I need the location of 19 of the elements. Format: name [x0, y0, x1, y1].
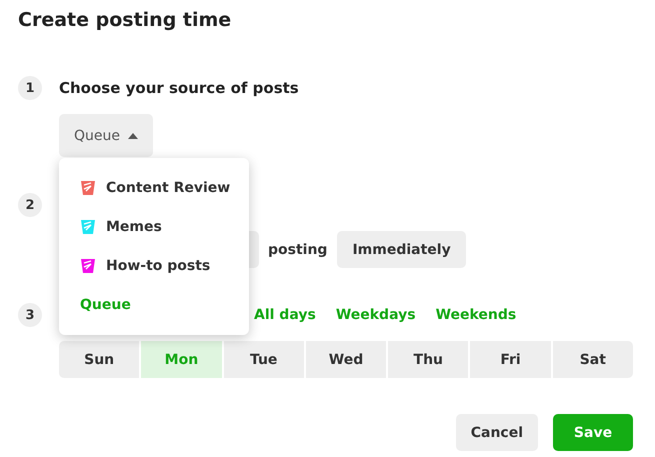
menu-item[interactable]: Memes: [59, 207, 249, 246]
step-label: Choose your source of posts: [59, 79, 299, 97]
day-toggle[interactable]: Fri: [470, 341, 551, 378]
step-number: 1: [18, 76, 42, 100]
source-dropdown[interactable]: Queue: [59, 114, 153, 157]
step-number: 2: [18, 193, 42, 217]
menu-item[interactable]: How-to posts: [59, 246, 249, 285]
day-toggle[interactable]: Sun: [59, 341, 140, 378]
dialog-title: Create posting time: [18, 8, 232, 33]
posting-label: posting: [268, 242, 328, 258]
day-toggle[interactable]: Sat: [552, 341, 633, 378]
caret-icon: [128, 132, 138, 138]
day-toggle[interactable]: Wed: [306, 341, 386, 378]
day-toggle[interactable]: Tue: [224, 341, 304, 378]
menu-item[interactable]: Content Review: [59, 168, 249, 207]
step-number: 3: [18, 303, 42, 327]
day-toggle[interactable]: Thu: [388, 341, 468, 378]
cancel-button[interactable]: Cancel: [456, 414, 538, 451]
timing-button[interactable]: Immediately: [337, 231, 466, 268]
